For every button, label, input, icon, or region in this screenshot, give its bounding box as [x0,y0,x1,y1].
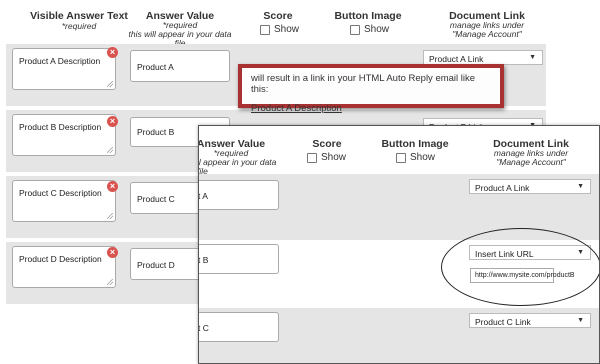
remove-row-icon[interactable]: × [107,181,118,192]
chevron-down-icon: ▼ [529,54,536,61]
resize-handle-icon[interactable] [107,81,113,87]
score-show-label: Show [321,152,347,163]
score-show-checkbox[interactable] [307,152,317,163]
resize-handle-icon[interactable] [107,279,113,285]
answer-value-text: t B [198,255,209,265]
visible-text-input[interactable]: Product D Description [12,246,116,288]
col-subheader-required: *required [61,21,97,31]
document-link-value: Product A Link [429,54,484,64]
answer-value-input[interactable]: t A [198,180,279,210]
score-show-checkbox[interactable] [260,24,270,35]
visible-text-value: Product A Description [19,56,101,66]
col-header-button-image: Button Image [334,10,402,22]
score-show-label: Show [274,24,300,35]
button-image-show-toggle[interactable]: Show [396,152,435,163]
document-link-select[interactable]: Product C Link ▼ [469,313,591,328]
remove-row-icon[interactable]: × [107,247,118,258]
document-link-select[interactable]: Product A Link ▼ [469,179,591,194]
callout-text: will result in a link in your HTML Auto … [251,73,476,95]
highlight-ellipse [441,228,599,306]
button-image-show-checkbox[interactable] [350,24,360,35]
visible-text-value: Product D Description [19,254,102,264]
document-link-value: Product A Link [475,183,530,193]
answer-value-text: t C [198,323,209,333]
visible-text-value: Product C Description [19,188,102,198]
col-subheader-manage-account: "Manage Account" [452,29,522,39]
link-preview-callout: will result in a link in your HTML Auto … [238,64,504,114]
answer-value-text: Product A [137,62,174,72]
col-header-score: Score [263,10,293,22]
answer-value-input[interactable]: Product A [130,50,230,82]
answer-value-text: t A [198,191,208,201]
callout-preview-link[interactable]: Product A Description [251,103,342,114]
chevron-down-icon: ▼ [577,317,584,324]
chevron-down-icon: ▼ [577,183,584,190]
col-header-button-image: Button Image [381,138,449,150]
answer-value-input[interactable]: t C [198,312,279,342]
button-image-show-label: Show [364,24,390,35]
answer-value-text: Product C [137,194,175,204]
document-link-select[interactable]: Product A Link ▼ [423,50,543,65]
col-subheader-manage-account: "Manage Account" [496,157,566,167]
button-image-show-checkbox[interactable] [396,152,406,163]
visible-text-input[interactable]: Product A Description [12,48,116,90]
visible-text-input[interactable]: Product B Description [12,114,116,156]
answer-value-text: Product D [137,260,175,270]
col-header-score: Score [312,138,342,150]
visible-text-value: Product B Description [19,122,102,132]
answer-value-text: Product B [137,127,175,137]
overlay-panel: Answer Value *required ll appear in your… [198,125,600,364]
button-image-show-toggle[interactable]: Show [350,24,389,35]
remove-row-icon[interactable]: × [107,116,118,127]
resize-handle-icon[interactable] [107,147,113,153]
visible-text-input[interactable]: Product C Description [12,180,116,222]
resize-handle-icon[interactable] [107,213,113,219]
document-link-value: Product C Link [475,317,531,327]
answer-value-input[interactable]: t B [198,244,279,274]
score-show-toggle[interactable]: Show [260,24,299,35]
remove-row-icon[interactable]: × [107,47,118,58]
button-image-show-label: Show [410,152,436,163]
score-show-toggle[interactable]: Show [307,152,346,163]
